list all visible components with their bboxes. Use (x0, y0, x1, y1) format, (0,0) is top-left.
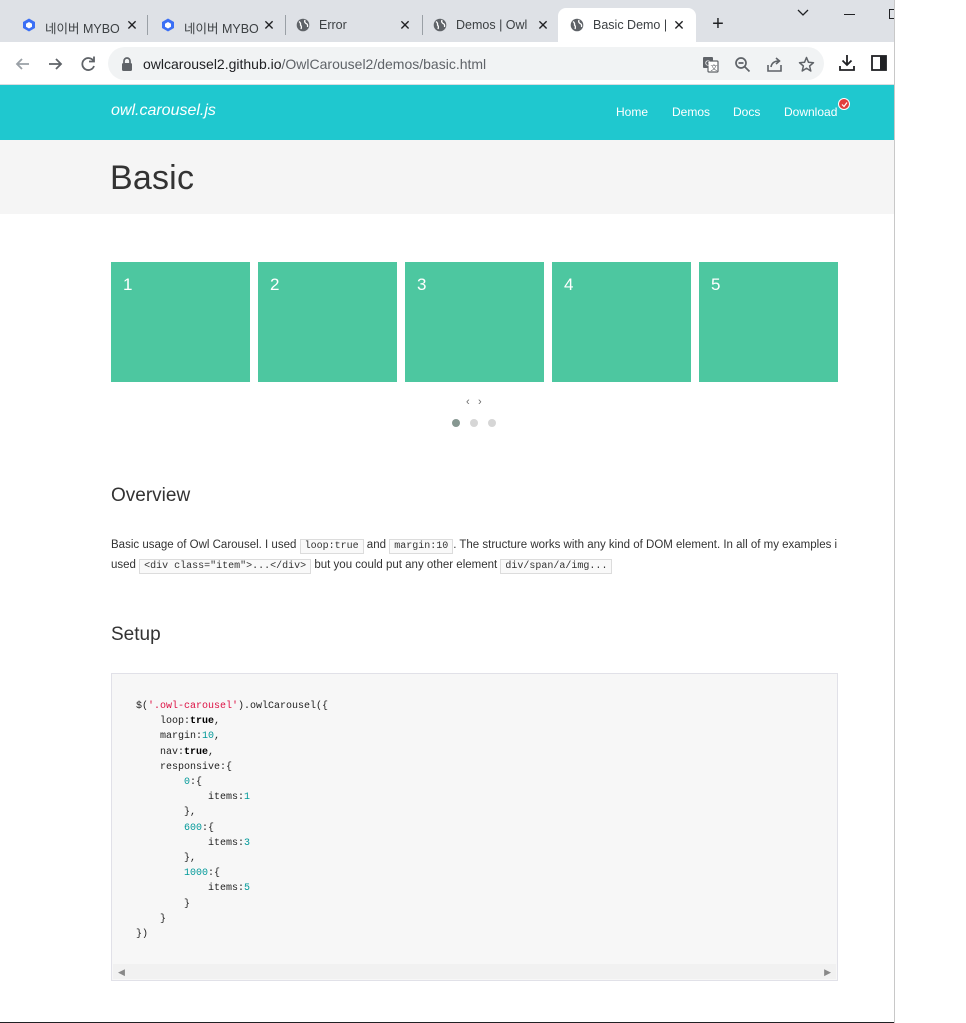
overview-text: Basic usage of Owl Carousel. I used (111, 539, 297, 551)
reload-icon[interactable] (77, 53, 99, 75)
overview-text: used (111, 559, 136, 571)
tab-naver-1[interactable]: 네이버 MYBO ✕ (0, 8, 146, 42)
scroll-left-icon[interactable]: ◀ (118, 967, 125, 978)
page-content: owl.carousel.js Home Demos Docs Download… (0, 85, 894, 1023)
site-navbar: owl.carousel.js Home Demos Docs Download (0, 85, 894, 140)
carousel-next-button[interactable]: › (478, 396, 482, 408)
overview-text: and (366, 539, 386, 551)
overview-text: . The structure works with any kind of D… (453, 539, 838, 551)
tab-search-chevron-icon[interactable] (797, 9, 809, 17)
close-icon[interactable]: ✕ (671, 17, 687, 33)
overview-text: but you could put any other element (314, 559, 498, 571)
translate-icon[interactable]: G文 (702, 56, 719, 73)
carousel-item-label: 5 (711, 275, 721, 294)
overview-heading: Overview (111, 485, 191, 506)
page-title-bar: Basic (0, 140, 894, 214)
setup-heading: Setup (111, 624, 161, 645)
naver-cube-icon (23, 18, 35, 32)
page-title: Basic (110, 159, 195, 197)
bookmark-star-icon[interactable] (798, 56, 815, 73)
carousel-item[interactable]: 3 (405, 262, 544, 382)
naver-cube-icon (162, 18, 174, 32)
url-path: /OwlCarousel2/demos/basic.html (281, 56, 487, 72)
inline-code: margin:10 (389, 539, 454, 554)
nav-home-link[interactable]: Home (616, 105, 648, 119)
back-arrow-icon[interactable] (12, 53, 34, 75)
carousel-item-label: 2 (270, 275, 280, 294)
setup-code-block[interactable]: $('.owl-carousel').owlCarousel({ loop:tr… (111, 673, 838, 981)
browser-window: 네이버 MYBO ✕ 네이버 MYBO ✕ Error ✕ Demos | Ow… (0, 0, 895, 1023)
tab-title: 네이버 MYBO (184, 22, 259, 36)
carousel-item[interactable]: 1 (111, 262, 250, 382)
lock-icon[interactable] (120, 56, 134, 72)
url-host: owlcarousel2.github.io (143, 56, 282, 72)
new-tab-button[interactable]: + (709, 14, 727, 34)
setup-code: $('.owl-carousel').owlCarousel({ loop:tr… (136, 701, 329, 941)
carousel-dot-1[interactable] (452, 419, 460, 427)
inline-code: loop:true (299, 539, 364, 554)
carousel-prev-button[interactable]: ‹ (466, 396, 470, 408)
overview-paragraph: Basic usage of Owl Carousel. I used loop… (111, 536, 841, 576)
horizontal-scrollbar[interactable]: ◀ ▶ (113, 964, 836, 979)
overview-line-2: used <div class="item">...</div> but you… (111, 556, 841, 576)
side-panel-icon[interactable] (870, 54, 888, 72)
download-icon[interactable] (838, 54, 856, 72)
nav-demos-link[interactable]: Demos (672, 105, 710, 119)
carousel-dot-3[interactable] (488, 419, 496, 427)
tab-title: 네이버 MYBO (45, 22, 120, 36)
url-text[interactable]: owlcarousel2.github.io/OwlCarousel2/demo… (143, 56, 486, 72)
carousel-item-label: 3 (417, 275, 427, 294)
address-bar[interactable]: owlcarousel2.github.io/OwlCarousel2/demo… (108, 47, 824, 80)
close-icon[interactable]: ✕ (124, 17, 140, 33)
check-badge-icon (838, 98, 850, 110)
globe-icon (433, 18, 447, 32)
tab-title: Demos | Owl (456, 18, 528, 32)
zoom-out-icon[interactable] (734, 56, 751, 73)
site-brand[interactable]: owl.carousel.js (111, 102, 216, 120)
scroll-right-icon[interactable]: ▶ (824, 967, 831, 978)
carousel-dot-2[interactable] (470, 419, 478, 427)
globe-icon (296, 18, 310, 32)
carousel-item-label: 4 (564, 275, 574, 294)
browser-toolbar: owlcarousel2.github.io/OwlCarousel2/demo… (0, 42, 894, 85)
minimize-icon[interactable] (844, 14, 855, 15)
carousel-item[interactable]: 2 (258, 262, 397, 382)
tab-naver-2[interactable]: 네이버 MYBO ✕ (139, 8, 285, 42)
tab-basic-demo[interactable]: Basic Demo | ✕ (558, 8, 696, 42)
carousel-item[interactable]: 4 (552, 262, 691, 382)
share-icon[interactable] (766, 56, 783, 73)
tab-demos[interactable]: Demos | Owl ✕ (411, 8, 557, 42)
nav-docs-link[interactable]: Docs (733, 105, 760, 119)
overview-line-1: Basic usage of Owl Carousel. I used loop… (111, 536, 841, 556)
inline-code: <div class="item">...</div> (139, 559, 312, 574)
tab-title: Basic Demo | (593, 18, 667, 32)
nav-download-link[interactable]: Download (784, 105, 837, 119)
close-icon[interactable]: ✕ (535, 17, 551, 33)
maximize-icon[interactable] (889, 9, 894, 19)
inline-code: div/span/a/img... (500, 559, 613, 574)
globe-icon (570, 18, 584, 32)
forward-arrow-icon[interactable] (44, 53, 66, 75)
tab-title: Error (319, 18, 347, 32)
tab-error[interactable]: Error ✕ (274, 8, 420, 42)
svg-text:文: 文 (711, 63, 718, 72)
carousel-item[interactable]: 5 (699, 262, 838, 382)
carousel-item-label: 1 (123, 275, 133, 294)
tab-strip: 네이버 MYBO ✕ 네이버 MYBO ✕ Error ✕ Demos | Ow… (0, 0, 894, 42)
